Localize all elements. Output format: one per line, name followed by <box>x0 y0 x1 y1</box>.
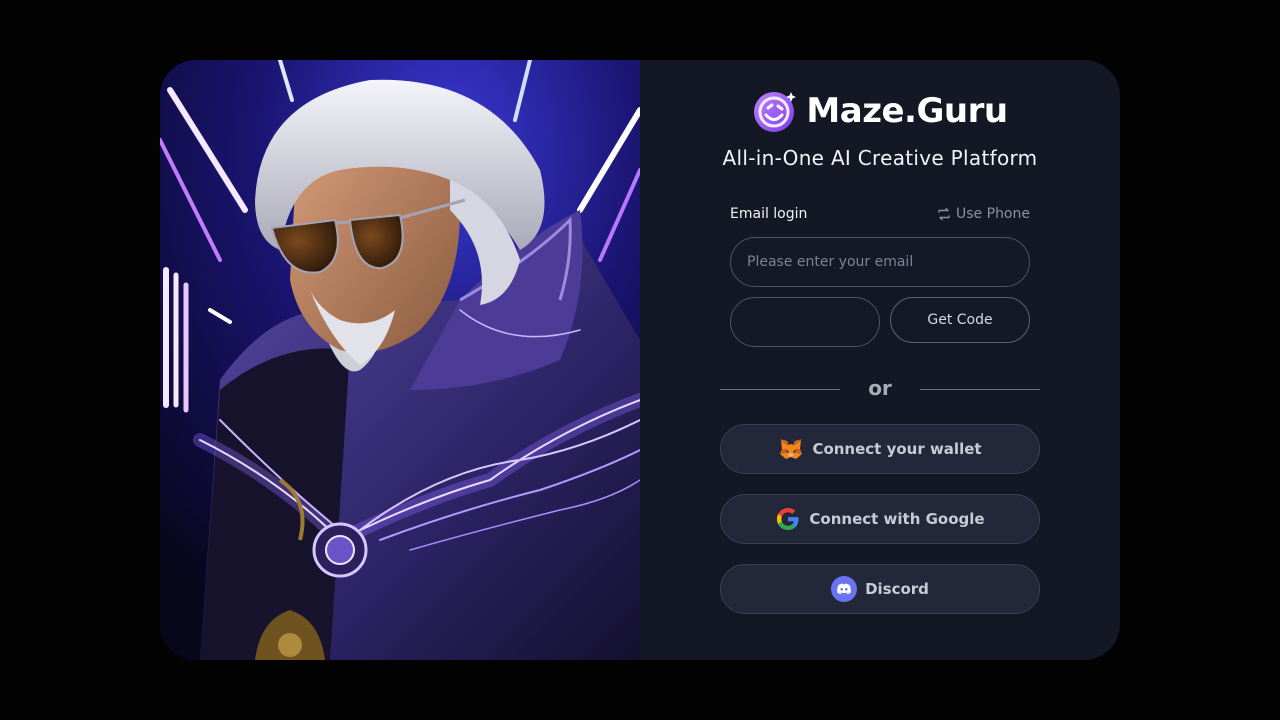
email-input[interactable] <box>730 237 1030 287</box>
wizard-portrait-image <box>160 60 640 660</box>
brand-name: Maze.Guru <box>806 91 1008 131</box>
swap-icon <box>938 207 950 221</box>
connect-wallet-button[interactable]: Connect your wallet <box>720 424 1040 474</box>
login-header: Email login Use Phone <box>730 206 1030 222</box>
smiley-logo-icon <box>754 92 797 132</box>
divider-line-right <box>920 389 1040 390</box>
use-phone-label: Use Phone <box>956 206 1030 222</box>
discord-label: Discord <box>865 580 929 598</box>
use-phone-link[interactable]: Use Phone <box>936 206 1030 222</box>
email-login-title: Email login <box>730 206 808 222</box>
connect-wallet-label: Connect your wallet <box>812 440 982 458</box>
discord-button[interactable]: Discord <box>720 564 1040 614</box>
hero-artwork <box>160 60 640 660</box>
brand-tagline: All-in-One AI Creative Platform <box>722 146 1038 170</box>
connect-google-button[interactable]: Connect with Google <box>720 494 1040 544</box>
connect-google-label: Connect with Google <box>809 510 985 528</box>
get-code-button[interactable]: Get Code <box>890 297 1030 343</box>
or-divider: or <box>720 376 1040 402</box>
discord-icon <box>831 576 858 602</box>
login-modal: Maze.Guru All-in-One AI Creative Platfor… <box>160 60 1120 660</box>
verification-code-input[interactable] <box>730 297 880 347</box>
google-g-icon <box>777 508 799 530</box>
brand-header: Maze.Guru <box>640 88 1120 134</box>
metamask-fox-icon <box>780 439 803 459</box>
login-panel: Maze.Guru All-in-One AI Creative Platfor… <box>640 60 1120 660</box>
divider-label: or <box>868 376 892 400</box>
